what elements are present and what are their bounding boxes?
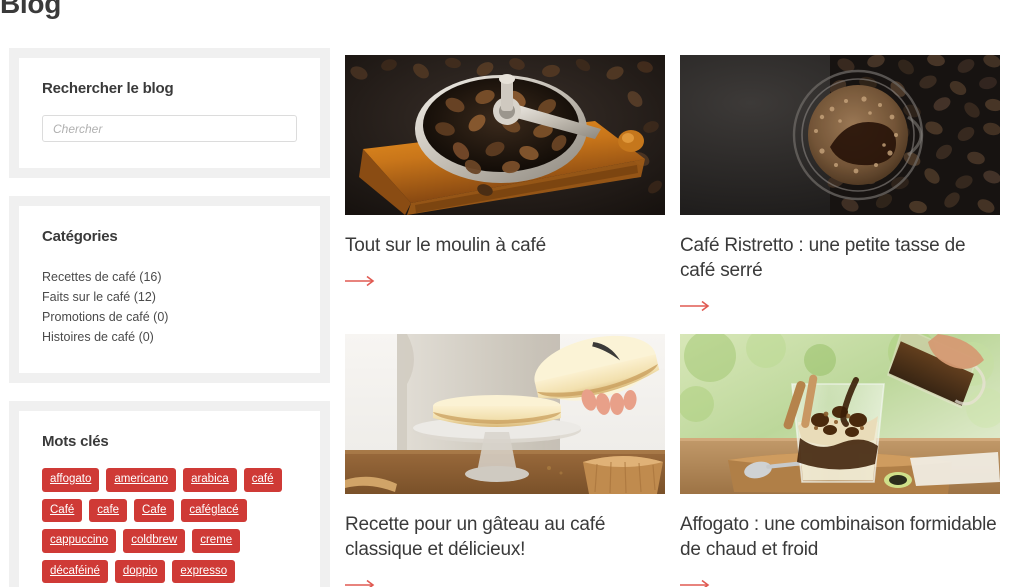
- category-item[interactable]: Faits sur le café (12): [42, 287, 297, 307]
- arrow-right-icon[interactable]: [345, 579, 375, 587]
- blog-page: Blog Rechercher le blog Catégories Recet…: [0, 0, 1021, 587]
- categories-list: Recettes de café (16) Faits sur le café …: [42, 267, 297, 347]
- category-item[interactable]: Histoires de café (0): [42, 327, 297, 347]
- category-item[interactable]: Promotions de café (0): [42, 307, 297, 327]
- article-card: Recette pour un gâteau au café classique…: [345, 334, 665, 587]
- tag-item[interactable]: creme: [192, 529, 241, 553]
- affogato-pour-photo[interactable]: [680, 334, 1000, 495]
- category-item[interactable]: Recettes de café (16): [42, 267, 297, 287]
- tag-item[interactable]: cappuccino: [42, 529, 117, 553]
- tag-cloud: affogato americano arabica café Café caf…: [42, 468, 297, 587]
- ristretto-glass-cup-photo[interactable]: [680, 55, 1000, 215]
- article-grid: Tout sur le moulin à café Café Ristretto…: [345, 55, 1001, 587]
- tag-item[interactable]: affogato: [42, 468, 100, 492]
- categories-panel-title: Catégories: [42, 228, 118, 245]
- tag-item[interactable]: doppio: [114, 559, 166, 583]
- tags-panel-title: Mots clés: [42, 433, 109, 450]
- tags-panel-inner: Mots clés affogato americano arabica caf…: [19, 411, 320, 587]
- arrow-right-icon[interactable]: [680, 300, 710, 312]
- sidebar: Rechercher le blog Catégories Recettes d…: [9, 48, 330, 587]
- tag-item[interactable]: caféglacé: [181, 498, 247, 522]
- article-title[interactable]: Recette pour un gâteau au café classique…: [345, 512, 665, 562]
- tag-item[interactable]: cafe: [89, 498, 128, 522]
- search-panel-inner: Rechercher le blog: [19, 58, 320, 168]
- tag-item[interactable]: décaféiné: [42, 559, 108, 583]
- article-card: Tout sur le moulin à café: [345, 55, 665, 312]
- tag-item[interactable]: Café: [42, 498, 83, 522]
- tags-panel: Mots clés affogato americano arabica caf…: [9, 401, 330, 587]
- tag-item[interactable]: americano: [106, 468, 177, 492]
- tag-item[interactable]: café: [243, 468, 282, 492]
- categories-panel: Catégories Recettes de café (16) Faits s…: [9, 196, 330, 383]
- tag-item[interactable]: expresso: [172, 559, 236, 583]
- search-panel: Rechercher le blog: [9, 48, 330, 178]
- arrow-right-icon[interactable]: [345, 275, 375, 287]
- article-card: Affogato : une combinaison formidable de…: [680, 334, 1000, 587]
- page-title: Blog: [0, 0, 62, 19]
- arrow-right-icon[interactable]: [680, 579, 710, 587]
- search-panel-title: Rechercher le blog: [42, 80, 174, 97]
- tag-item[interactable]: arabica: [183, 468, 237, 492]
- article-title[interactable]: Café Ristretto : une petite tasse de caf…: [680, 233, 1000, 283]
- coffee-cake-baker-photo[interactable]: [345, 334, 665, 495]
- tag-item[interactable]: coldbrew: [123, 529, 186, 553]
- categories-panel-inner: Catégories Recettes de café (16) Faits s…: [19, 206, 320, 373]
- article-card: Café Ristretto : une petite tasse de caf…: [680, 55, 1000, 312]
- search-input[interactable]: [42, 115, 297, 142]
- tag-item[interactable]: Cafe: [134, 498, 175, 522]
- coffee-grinder-photo[interactable]: [345, 55, 665, 215]
- article-title[interactable]: Affogato : une combinaison formidable de…: [680, 512, 1000, 562]
- article-title[interactable]: Tout sur le moulin à café: [345, 233, 665, 258]
